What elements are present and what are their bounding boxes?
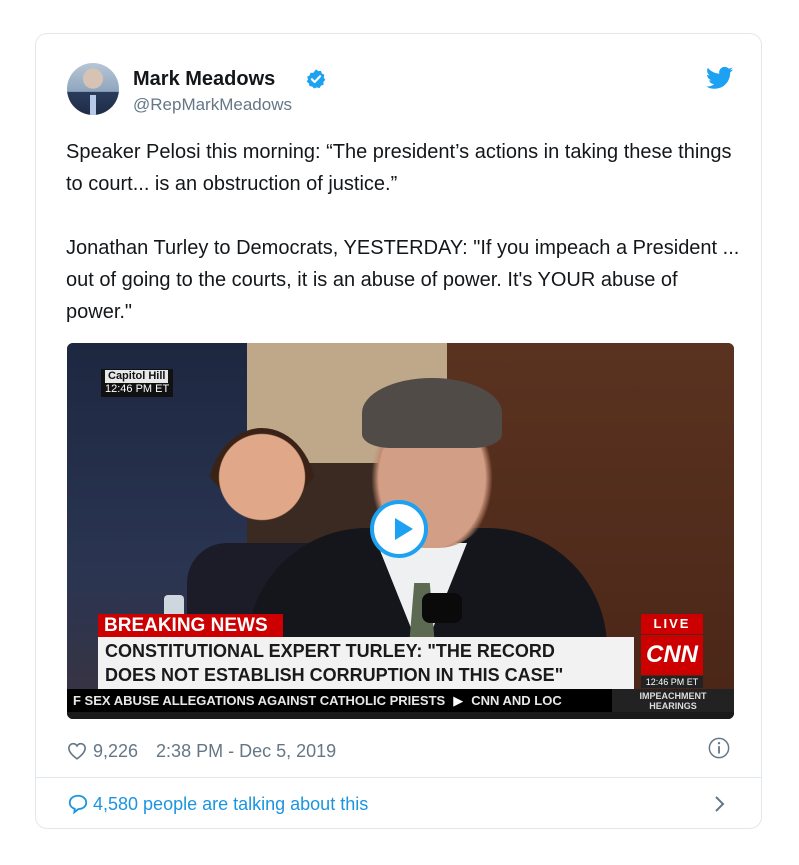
tweet-text: Speaker Pelosi this morning: “The presid… <box>66 136 746 328</box>
author-handle[interactable]: @RepMarkMeadows <box>133 95 292 115</box>
avatar[interactable] <box>67 63 119 115</box>
ticker-text: F SEX ABUSE ALLEGATIONS AGAINST CATHOLIC… <box>73 693 446 708</box>
headline-line: CONSTITUTIONAL EXPERT TURLEY: "THE RECOR… <box>105 641 555 661</box>
location-time: 12:46 PM ET <box>105 383 170 395</box>
tweet-paragraph: Speaker Pelosi this morning: “The presid… <box>66 141 732 195</box>
video-speaker-hair <box>362 378 502 448</box>
chevron-right-icon[interactable] <box>713 794 727 814</box>
conversation-link[interactable]: 4,580 people are talking about this <box>67 793 368 815</box>
ticker-text: CNN AND LOC <box>471 693 562 708</box>
author-name[interactable]: Mark Meadows <box>133 68 275 91</box>
info-icon[interactable] <box>708 737 730 759</box>
network-time: 12:46 PM ET <box>641 676 703 688</box>
heart-icon[interactable] <box>67 742 87 760</box>
headline-line: DOES NOT ESTABLISH CORRUPTION IN THIS CA… <box>105 665 564 685</box>
video-bottom-strip <box>67 712 734 719</box>
talking-count[interactable]: 4,580 people are talking about this <box>93 794 368 815</box>
tweet-meta: 9,226 2:38 PM - Dec 5, 2019 <box>67 739 336 763</box>
microphone <box>422 593 462 623</box>
tweet-card: Mark Meadows @RepMarkMeadows Speaker Pel… <box>35 33 762 829</box>
tweet-timestamp[interactable]: 2:38 PM - Dec 5, 2019 <box>156 741 336 762</box>
play-icon[interactable] <box>370 500 428 558</box>
speech-bubble-icon <box>68 794 88 815</box>
verified-badge-icon <box>306 69 326 89</box>
breaking-news-banner: BREAKING NEWS <box>98 614 283 637</box>
tweet-paragraph: Jonathan Turley to Democrats, YESTERDAY:… <box>66 237 740 323</box>
ticker-arrow-icon: ▶ <box>453 693 464 708</box>
location-tag: Capitol Hill 12:46 PM ET <box>101 369 174 397</box>
like-count[interactable]: 9,226 <box>93 741 138 762</box>
program-label: IMPEACHMENT HEARINGS <box>612 689 734 712</box>
news-headline: CONSTITUTIONAL EXPERT TURLEY: "THE RECOR… <box>98 637 634 689</box>
divider <box>36 777 761 778</box>
video-player[interactable]: Capitol Hill 12:46 PM ET BREAKING NEWS C… <box>67 343 734 719</box>
cnn-logo: CNN <box>641 635 703 675</box>
news-ticker: F SEX ABUSE ALLEGATIONS AGAINST CATHOLIC… <box>67 689 612 712</box>
location-label: Capitol Hill <box>105 370 169 383</box>
twitter-bird-icon[interactable] <box>706 66 733 90</box>
program-line: IMPEACHMENT <box>639 691 707 701</box>
live-badge: LIVE <box>641 614 703 634</box>
program-line: HEARINGS <box>649 701 697 711</box>
